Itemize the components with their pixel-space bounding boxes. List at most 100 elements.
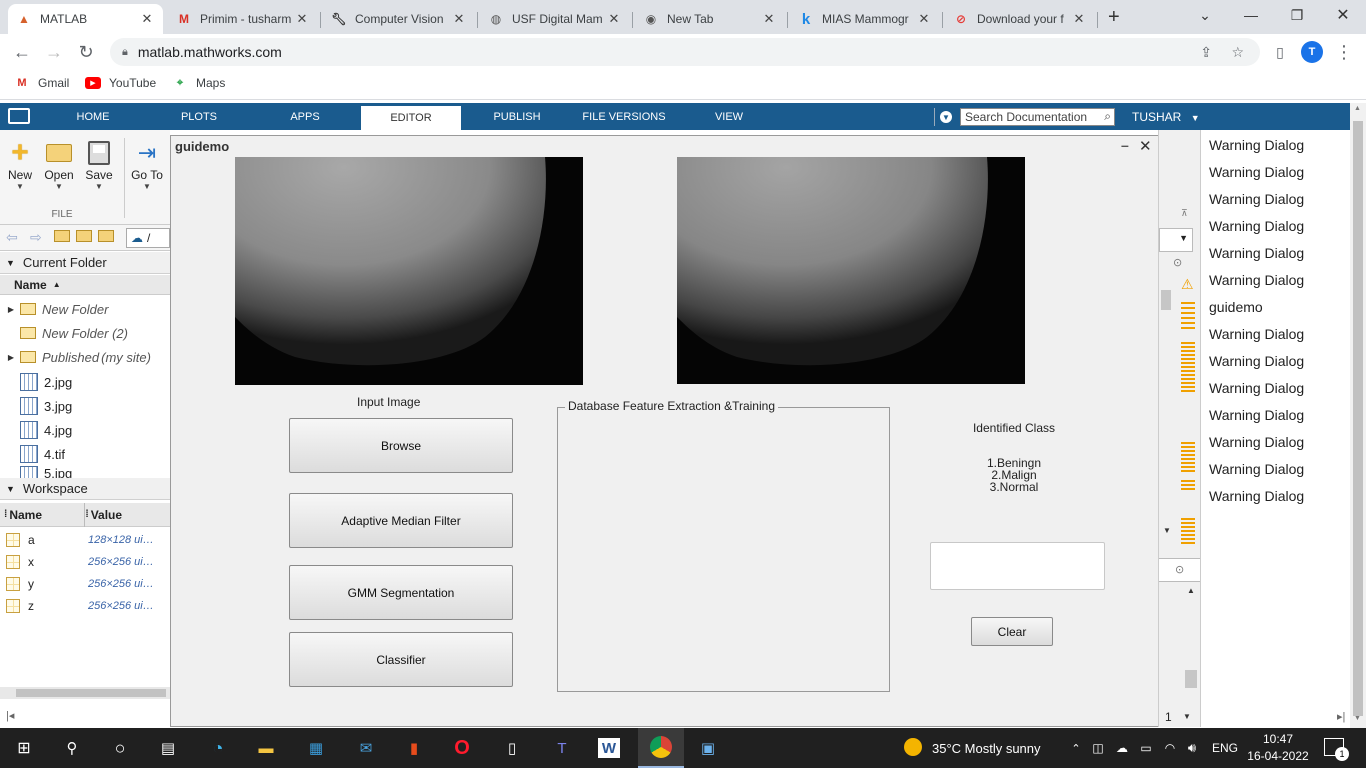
tab-mias[interactable]: k MIAS Mammogr ✕	[790, 4, 940, 34]
close-icon[interactable]: ✕	[606, 11, 622, 27]
store-icon[interactable]: ▦	[304, 736, 328, 760]
warning-marker-icon[interactable]	[1181, 518, 1195, 546]
restore-icon[interactable]: ❐	[1274, 0, 1320, 30]
tab-search-chevron-icon[interactable]: ⌄	[1182, 0, 1228, 30]
list-item[interactable]: Warning Dialog	[1209, 272, 1304, 288]
back-arrow-icon[interactable]: ←	[10, 40, 34, 64]
tab-view[interactable]: VIEW	[702, 103, 756, 130]
scroll-end-icon[interactable]: ▸|	[1337, 710, 1345, 723]
close-icon[interactable]: ✕	[139, 11, 155, 27]
bookmark-youtube[interactable]: ▶ YouTube	[85, 76, 156, 90]
windows-start-icon[interactable]: ⊞	[12, 736, 36, 760]
file-explorer-icon[interactable]: ▬	[254, 736, 278, 760]
search-documentation-input[interactable]: Search Documentation ⌕	[960, 108, 1115, 126]
tab-computer-vision[interactable]: 🔧︎ Computer Vision ✕	[323, 4, 475, 34]
side-panel-icon[interactable]: ▯	[1268, 40, 1292, 64]
warning-marker-icon[interactable]	[1181, 480, 1195, 490]
bookmark-maps[interactable]: ⌖ Maps	[172, 76, 225, 90]
list-item[interactable]: Warning Dialog	[1209, 164, 1304, 180]
back-arrow-icon[interactable]: ⇦	[6, 229, 18, 246]
close-icon[interactable]: ✕	[761, 11, 777, 27]
list-item[interactable]: Warning Dialog	[1209, 218, 1304, 234]
clock-time[interactable]: 10:47	[1250, 732, 1306, 746]
close-icon[interactable]: ✕	[294, 11, 310, 27]
mail-icon[interactable]: ✉	[354, 736, 378, 760]
list-item[interactable]: Warning Dialog	[1209, 407, 1304, 423]
matlab-window-icon[interactable]	[8, 108, 30, 124]
close-icon[interactable]: ✕	[1139, 137, 1152, 155]
language-indicator[interactable]: ENG	[1212, 741, 1238, 755]
scrollbar-thumb[interactable]	[1353, 121, 1363, 716]
close-icon[interactable]: ✕	[451, 11, 467, 27]
network-warning-icon[interactable]: ☁	[1110, 736, 1134, 760]
scroll-up-icon[interactable]: ▲	[1187, 586, 1195, 595]
warning-marker-icon[interactable]	[1181, 302, 1195, 332]
teams-icon[interactable]: T	[550, 736, 574, 760]
profile-avatar[interactable]: T	[1301, 41, 1323, 63]
task-view-icon[interactable]: ▤	[156, 736, 180, 760]
document-icon[interactable]: ▯	[500, 736, 524, 760]
tab-download[interactable]: ⊘ Download your f ✕	[945, 4, 1095, 34]
list-item[interactable]: Warning Dialog	[1209, 434, 1304, 450]
scroll-up-icon[interactable]: ▲	[1354, 105, 1361, 112]
tab-apps[interactable]: APPS	[275, 103, 335, 130]
command-window-toggle[interactable]: ⊙	[1159, 558, 1201, 582]
warning-triangle-icon[interactable]: ⚠	[1181, 276, 1194, 293]
tab-gmail[interactable]: M Primim - tusharm ✕	[168, 4, 318, 34]
office-icon[interactable]: ▮	[402, 736, 426, 760]
browse-button[interactable]: Browse	[289, 418, 513, 473]
workspace-header[interactable]: ▼ Workspace	[0, 478, 170, 500]
close-icon[interactable]: ✕	[1071, 11, 1087, 27]
new-button[interactable]: + New ▼	[2, 138, 38, 192]
list-item[interactable]: 2.jpg	[0, 370, 170, 394]
list-item[interactable]: Warning Dialog	[1209, 380, 1304, 396]
chrome-taskbar-item[interactable]	[638, 728, 684, 768]
list-item[interactable]: New Folder (2)	[0, 321, 170, 345]
table-row[interactable]: z 256×256 ui…	[0, 595, 170, 617]
address-bar[interactable]: 🔒︎ matlab.mathworks.com ⇪ ☆	[110, 38, 1260, 66]
chevron-circle-down-icon[interactable]: ⊙	[1173, 256, 1182, 269]
weather-text[interactable]: 35°C Mostly sunny	[932, 741, 1041, 756]
column-divider[interactable]	[84, 503, 85, 527]
scroll-down-icon[interactable]: ▼	[1183, 712, 1191, 721]
minimize-icon[interactable]: –	[1121, 137, 1129, 153]
save-button[interactable]: Save ▼	[81, 138, 117, 191]
close-icon[interactable]: ✕	[916, 11, 932, 27]
column-name[interactable]: Name	[9, 508, 79, 522]
reload-icon[interactable]: ↻	[74, 40, 98, 64]
list-item[interactable]: ▶ Published (my site)	[0, 345, 170, 369]
list-item[interactable]: 3.jpg	[0, 394, 170, 418]
list-item[interactable]: ▶ New Folder	[0, 297, 170, 321]
minimize-icon[interactable]: —	[1228, 0, 1274, 30]
battery-icon[interactable]: ▭	[1134, 736, 1158, 760]
list-item[interactable]: 4.tif	[0, 442, 170, 466]
clock-date[interactable]: 16-04-2022	[1246, 749, 1310, 763]
classifier-button[interactable]: Classifier	[289, 632, 513, 687]
word-icon[interactable]: W	[598, 738, 620, 758]
warning-marker-icon[interactable]	[1181, 342, 1195, 392]
go-to-button[interactable]: ⇥ Go To ▼	[129, 138, 165, 191]
open-button[interactable]: Open ▼	[41, 138, 77, 191]
tab-new-tab[interactable]: ◉ New Tab ✕	[635, 4, 785, 34]
tab-plots[interactable]: PLOTS	[168, 103, 230, 130]
list-item[interactable]: Warning Dialog	[1209, 326, 1304, 342]
edge-icon[interactable]: ◔	[206, 736, 230, 760]
up-folder-icon[interactable]	[54, 230, 70, 242]
horizontal-scrollbar[interactable]	[0, 687, 170, 699]
warning-marker-icon[interactable]	[1181, 442, 1195, 472]
folder-icon[interactable]	[98, 230, 114, 242]
bookmark-gmail[interactable]: M Gmail	[14, 76, 69, 90]
share-icon[interactable]: ⇪	[1200, 44, 1212, 61]
folder-column-header[interactable]: Name ▲	[0, 275, 170, 295]
path-field[interactable]: ☁ /	[126, 228, 170, 248]
table-row[interactable]: a 128×128 ui…	[0, 529, 170, 551]
scrollbar-thumb[interactable]	[16, 689, 166, 697]
tab-home[interactable]: HOME	[60, 103, 126, 130]
list-item[interactable]: Warning Dialog	[1209, 137, 1304, 153]
tab-usf[interactable]: ◍ USF Digital Mam ✕	[480, 4, 630, 34]
chevron-up-icon[interactable]: ⌃	[1064, 736, 1088, 760]
weather-sun-icon[interactable]	[904, 738, 924, 758]
collapse-up-icon[interactable]: ⊼	[1181, 208, 1188, 219]
star-icon[interactable]: ☆	[1231, 44, 1244, 61]
table-row[interactable]: y 256×256 ui…	[0, 573, 170, 595]
